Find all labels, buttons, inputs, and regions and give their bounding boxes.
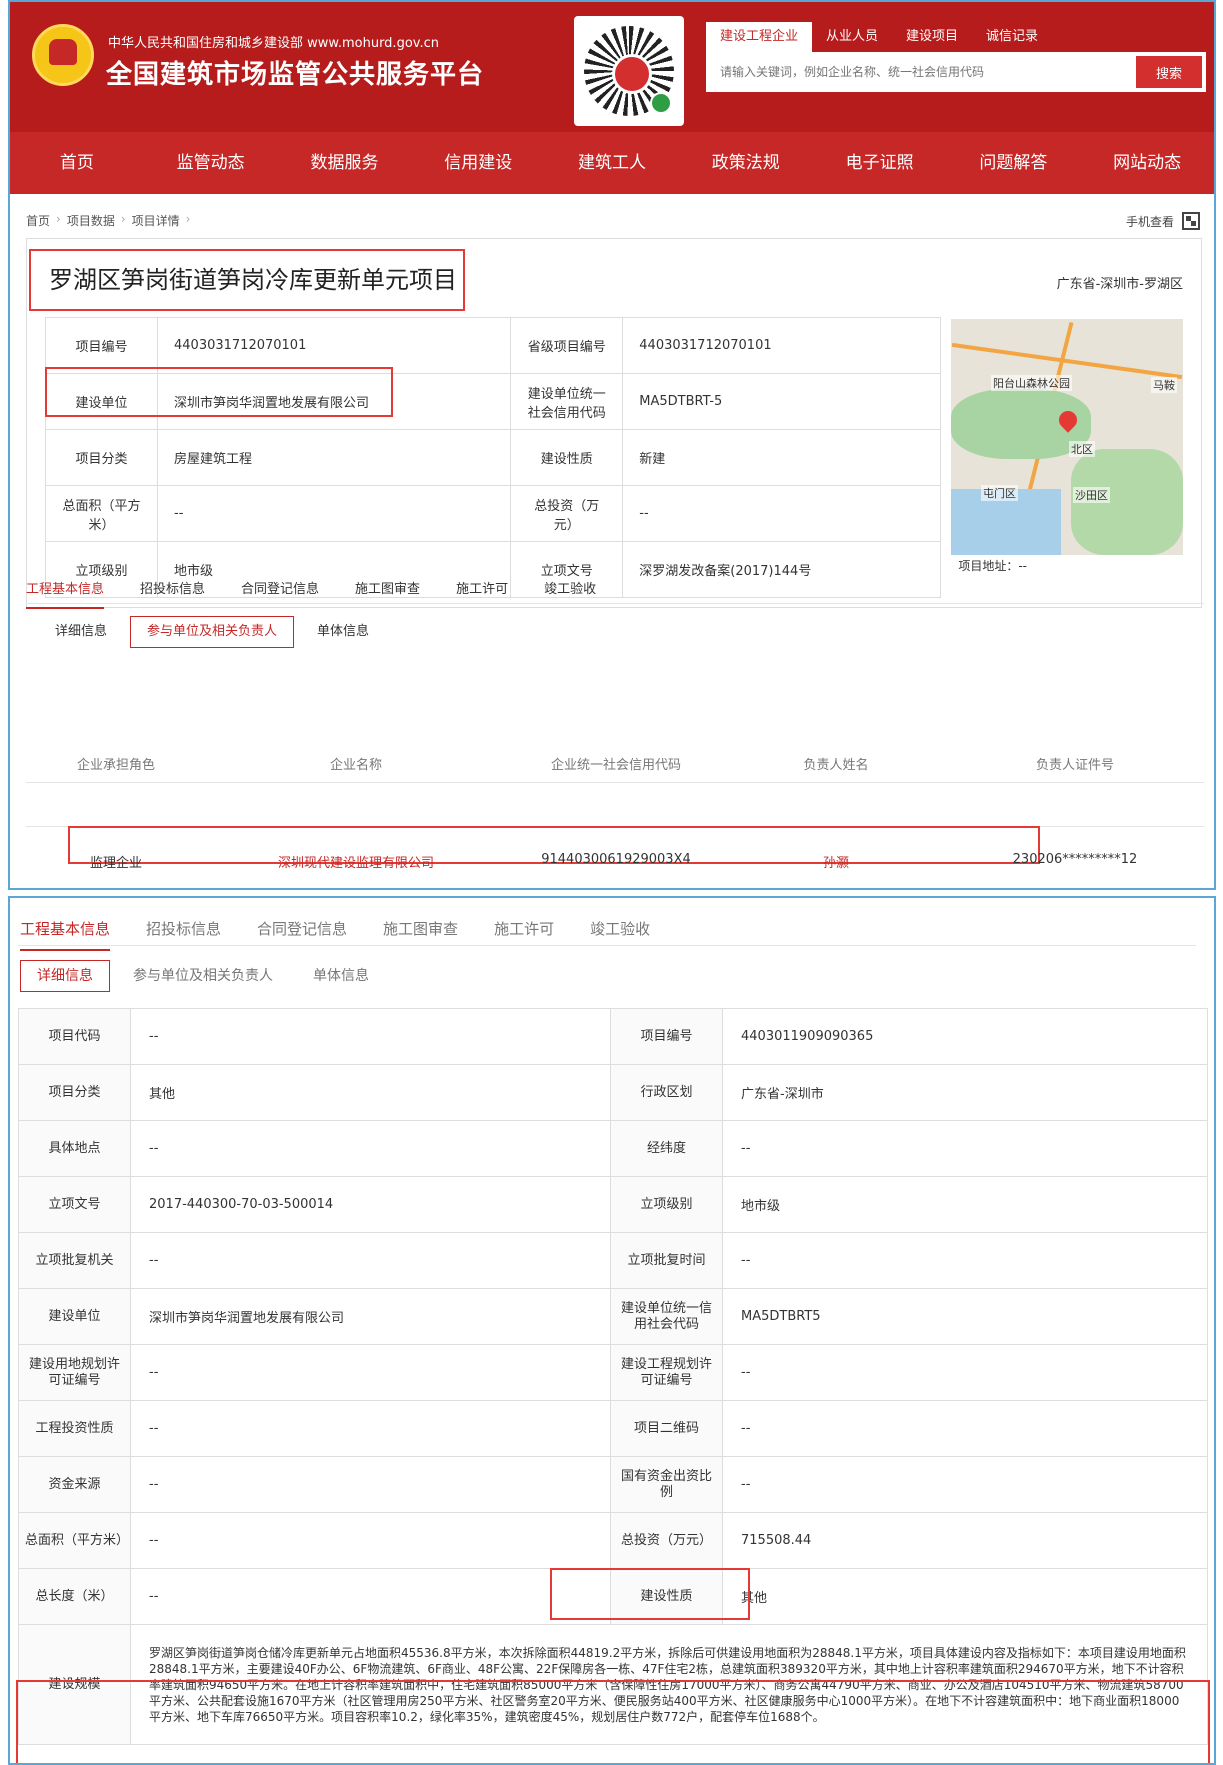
table-row: 工程投资性质 -- 项目二维码 -- [18,1400,1208,1457]
nav-supervision[interactable]: 监管动态 [144,132,278,194]
search-input[interactable] [706,52,1134,92]
highlight-total-investment [550,1568,750,1620]
tab-drawing-review[interactable]: 施工图审查 [383,918,458,951]
project-detail-table: 项目代码 -- 项目编号 4403011909090365 项目分类 其他 行政区划 广东省… [18,1008,1208,1745]
project-summary-card: 罗湖区笋岗街道笋岗冷库更新单元项目 广东省-深圳市-罗湖区 项目编号 440303… [26,238,1202,608]
table-row: 总面积（平方米） -- 总投资（万元） -- [45,485,941,542]
search-tab-enterprise[interactable]: 建设工程企业 [706,22,813,52]
project-info-table: 项目编号 4403031712070101 省级项目编号 44030317120701… [45,317,941,598]
table-row: 具体地点 -- 经纬度 -- [18,1120,1208,1177]
mobile-view-link[interactable]: 手机查看 [1126,212,1200,230]
search-box: 搜索 [706,52,1206,92]
subtab-detail[interactable]: 详细信息 [38,616,124,648]
tab-bidding[interactable]: 招投标信息 [140,578,205,609]
tab-contract[interactable]: 合同登记信息 [241,578,319,609]
breadcrumb-home[interactable]: 首页 [26,212,50,229]
qr-code-icon [1182,212,1200,230]
company-link[interactable]: 深圳现代建设监理有限公司 [206,852,506,871]
wechat-mini-icon [650,92,672,114]
breadcrumb-project-detail: 项目详情 [131,214,180,228]
subtab-units[interactable]: 单体信息 [296,960,386,992]
search-tab-personnel[interactable]: 从业人员 [812,22,892,52]
nav-data-service[interactable]: 数据服务 [278,132,412,194]
search-tabs: 建设工程企业 从业人员 建设项目 诚信记录 [706,22,1052,52]
table-row: 项目编号 4403031712070101 省级项目编号 44030317120701… [45,317,941,374]
search-tab-projects[interactable]: 建设项目 [892,22,972,52]
detail-subtabs: 详细信息 参与单位及相关负责人 单体信息 [20,960,392,992]
nav-news[interactable]: 网站动态 [1080,132,1214,194]
table-row: 立项批复机关 -- 立项批复时间 -- [18,1232,1208,1289]
main-nav: 首页 监管动态 数据服务 信用建设 建筑工人 政策法规 电子证照 问题解答 网站… [10,132,1214,194]
nav-home[interactable]: 首页 [10,132,144,194]
nav-faq[interactable]: 问题解答 [946,132,1080,194]
project-page-frame: 中华人民共和国住房和城乡建设部 www.mohurd.gov.cn 全国建筑市场… [8,0,1216,890]
subtab-participants[interactable]: 参与单位及相关负责人 [130,616,295,648]
table-row: 资金来源 -- 国有资金出资比例 -- [18,1456,1208,1513]
app-qr-code [574,16,684,126]
tab-basic-info[interactable]: 工程基本信息 [26,578,105,609]
ministry-name: 中华人民共和国住房和城乡建设部 www.mohurd.gov.cn [108,36,439,51]
tab-completion[interactable]: 竣工验收 [590,918,650,951]
table-row: 建设用地规划许可证编号 -- 建设工程规划许可证编号 -- [18,1344,1208,1401]
subtab-units[interactable]: 单体信息 [300,616,386,648]
nav-policy[interactable]: 政策法规 [679,132,813,194]
table-row: 项目分类 其他 行政区划 广东省-深圳市 [18,1064,1208,1121]
project-title: 罗湖区笋岗街道笋岗冷库更新单元项目 [29,249,465,311]
tab-permit[interactable]: 施工许可 [456,578,508,609]
tab-permit[interactable]: 施工许可 [494,918,554,951]
table-row: 建设单位 深圳市笋岗华润置地发展有限公司 建设单位统一信用社会代码 MA5DTBRT5 [18,1288,1208,1345]
highlight-builder [45,367,393,417]
nav-e-license[interactable]: 电子证照 [813,132,947,194]
highlight-construction-scale [16,1680,1210,1763]
tab-completion[interactable]: 竣工验收 [544,578,596,609]
person-link[interactable]: 孙灏 [726,852,946,871]
search-tab-credit[interactable]: 诚信记录 [972,22,1052,52]
mobile-view-label: 手机查看 [1125,214,1174,229]
info-tabs: 工程基本信息 招投标信息 合同登记信息 施工图审查 施工许可 竣工验收 [26,578,632,609]
nav-credit[interactable]: 信用建设 [411,132,545,194]
breadcrumb: 首页 › 项目数据 › 项目详情 › [26,212,191,229]
search-button[interactable]: 搜索 [1136,56,1202,88]
national-emblem-icon [32,24,94,86]
nav-workers[interactable]: 建筑工人 [545,132,679,194]
site-header: 中华人民共和国住房和城乡建设部 www.mohurd.gov.cn 全国建筑市场… [10,2,1214,132]
detail-subtabs: 详细信息 参与单位及相关负责人 单体信息 [38,616,392,648]
breadcrumb-project-data[interactable]: 项目数据 [67,212,115,229]
subtab-participants[interactable]: 参与单位及相关负责人 [116,960,290,992]
table-row: 总面积（平方米） -- 总投资（万元） 715508.44 [18,1512,1208,1569]
table-row: 立项文号 2017-440300-70-03-500014 立项级别 地市级 [18,1176,1208,1233]
total-investment-value: 715508.44 [722,1512,1208,1569]
project-detail-frame: 工程基本信息 招投标信息 合同登记信息 施工图审查 施工许可 竣工验收 详细信息… [8,896,1216,1765]
info-tabs: 工程基本信息 招投标信息 合同登记信息 施工图审查 施工许可 竣工验收 [20,918,686,951]
project-region: 广东省-深圳市-罗湖区 [1056,277,1183,292]
tab-drawing-review[interactable]: 施工图审查 [355,578,420,609]
tab-bidding[interactable]: 招投标信息 [146,918,221,951]
tab-basic-info[interactable]: 工程基本信息 [20,918,111,951]
site-title: 全国建筑市场监管公共服务平台 [106,60,485,90]
project-location-map[interactable]: 阳台山森林公园 北区 屯门区 沙田区 马鞍 [951,319,1183,555]
participants-table-header: 企业承担角色 企业名称 企业统一社会信用代码 负责人姓名 负责人证件号 [76,758,1114,773]
project-address: 项目地址：-- [958,559,1027,573]
table-row: 项目分类 房屋建筑工程 建设性质 新建 [45,429,941,486]
table-row: 项目代码 -- 项目编号 4403011909090365 [18,1008,1208,1065]
table-row: 监理企业 深圳现代建设监理有限公司 9144030061929003X4 孙灏 … [89,852,1138,871]
subtab-detail[interactable]: 详细信息 [20,960,110,992]
tab-contract[interactable]: 合同登记信息 [257,918,347,951]
